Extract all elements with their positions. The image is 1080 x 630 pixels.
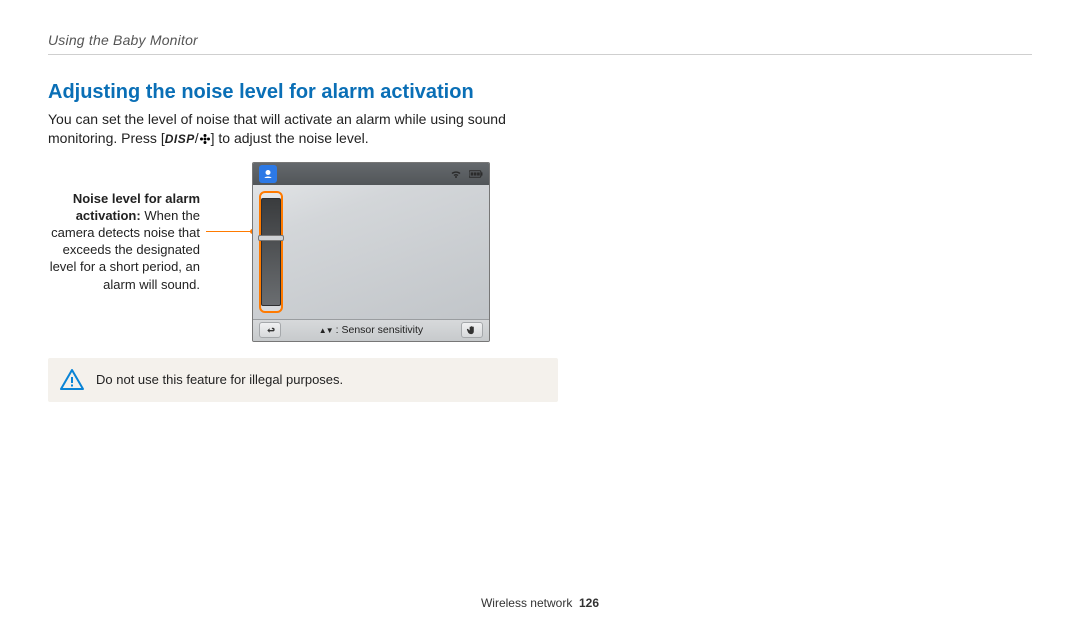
slider-thumb[interactable] (258, 235, 284, 241)
disp-button-label: DISP (165, 132, 195, 146)
sensor-sensitivity-label: : Sensor sensitivity (336, 324, 424, 336)
body-suffix: ] to adjust the noise level. (211, 130, 369, 146)
breadcrumb: Using the Baby Monitor (48, 32, 1032, 55)
hand-icon (466, 325, 477, 336)
page-number: 126 (579, 596, 599, 610)
flower-icon (199, 133, 211, 145)
body-prefix: monitoring. Press [ (48, 130, 165, 146)
screen-bottombar: ▲▼ : Sensor sensitivity (253, 319, 489, 341)
battery-icon (469, 168, 483, 180)
warning-icon (60, 368, 84, 392)
slider-track (261, 198, 281, 306)
baby-monitor-mode-icon (259, 165, 277, 183)
noise-level-slider[interactable] (259, 191, 283, 313)
body-line-2: monitoring. Press [DISP/] to adjust the … (48, 130, 369, 146)
figure-row: Noise level for alarm activation: When t… (48, 162, 1032, 342)
status-icons (449, 168, 483, 180)
warning-text: Do not use this feature for illegal purp… (96, 372, 343, 387)
updown-arrows-icon: ▲▼ (319, 326, 333, 335)
manual-page: Using the Baby Monitor Adjusting the noi… (0, 0, 1080, 630)
section-heading: Adjusting the noise level for alarm acti… (48, 81, 1032, 104)
footer-section-label: Wireless network (481, 596, 572, 610)
hand-button[interactable] (461, 322, 483, 338)
body-paragraph: You can set the level of noise that will… (48, 110, 558, 148)
callout-text: Noise level for alarm activation: When t… (48, 162, 206, 293)
back-icon (265, 325, 276, 336)
camera-screen: ▲▼ : Sensor sensitivity (252, 162, 490, 342)
bottombar-label-group: ▲▼ : Sensor sensitivity (319, 324, 423, 336)
callout-leader-line (206, 231, 252, 232)
screen-topbar (253, 163, 489, 185)
back-button[interactable] (259, 322, 281, 338)
page-footer: Wireless network 126 (0, 596, 1080, 610)
warning-note: Do not use this feature for illegal purp… (48, 358, 558, 402)
wifi-icon (449, 168, 463, 180)
body-line-1: You can set the level of noise that will… (48, 111, 506, 127)
